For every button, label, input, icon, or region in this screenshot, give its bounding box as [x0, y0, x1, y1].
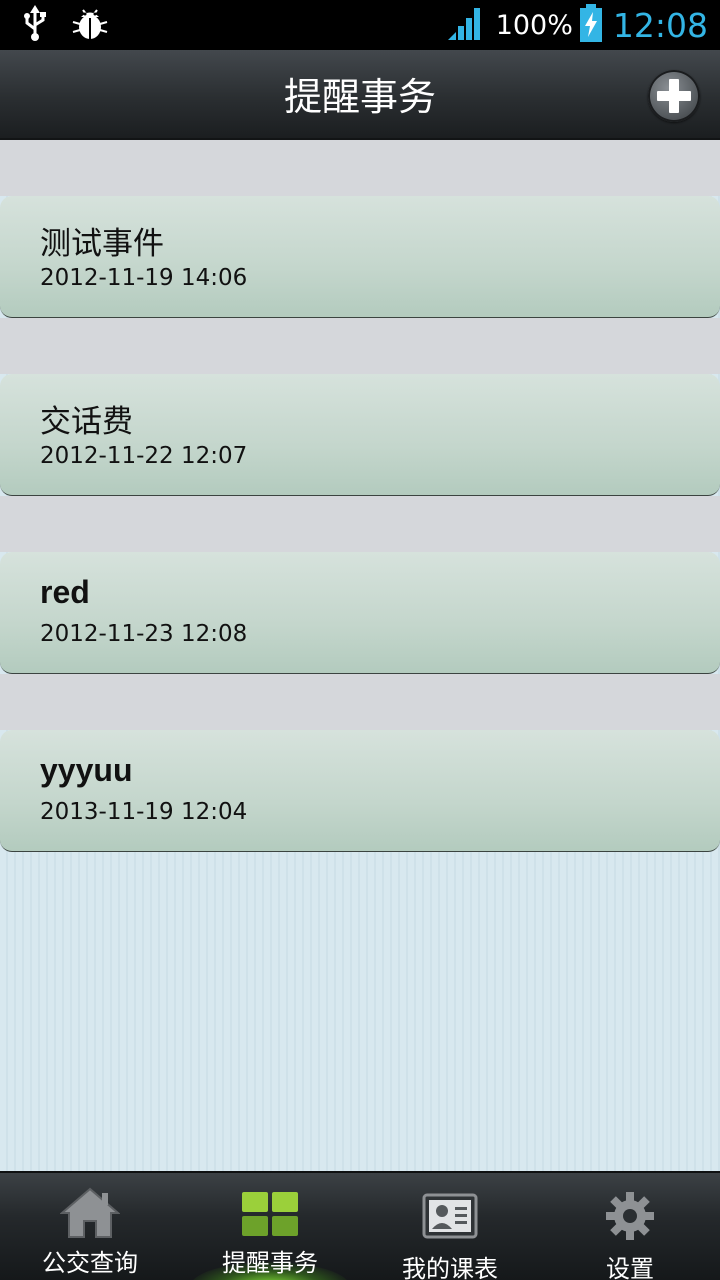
reminder-time: 2013-11-19 12:04 — [40, 799, 248, 825]
reminder-title: 测试事件 — [40, 226, 164, 262]
title-bar: 提醒事务 — [0, 50, 720, 140]
page-title: 提醒事务 — [283, 75, 436, 119]
tab-settings[interactable]: 设置 — [540, 1173, 720, 1280]
tab-bus-query[interactable]: 公交查询 — [0, 1173, 180, 1280]
tab-reminders[interactable]: 提醒事务 — [180, 1173, 360, 1280]
group-separator — [0, 496, 720, 552]
clock: 12:08 — [612, 5, 708, 45]
reminder-item[interactable]: yyyuu 2013-11-19 12:04 — [0, 730, 720, 852]
tab-label: 公交查询 — [42, 1249, 138, 1277]
list-group: red 2012-11-23 12:08 — [0, 496, 720, 674]
tab-label: 我的课表 — [402, 1255, 498, 1280]
reminder-item[interactable]: 测试事件 2012-11-19 14:06 — [0, 196, 720, 318]
group-separator — [0, 140, 720, 196]
status-bar: 100% 12:08 — [0, 0, 720, 50]
signal-icon — [446, 4, 486, 46]
reminder-title: 交话费 — [40, 404, 133, 440]
list-group: yyyuu 2013-11-19 12:04 — [0, 674, 720, 852]
reminder-time: 2012-11-22 12:07 — [40, 443, 248, 469]
home-icon — [59, 1185, 121, 1243]
reminder-time: 2012-11-23 12:08 — [40, 621, 248, 647]
add-reminder-button[interactable] — [648, 70, 700, 122]
group-separator — [0, 674, 720, 730]
group-separator — [0, 318, 720, 374]
list-group: 测试事件 2012-11-19 14:06 — [0, 140, 720, 318]
reminder-item[interactable]: red 2012-11-23 12:08 — [0, 552, 720, 674]
list-group: 交话费 2012-11-22 12:07 — [0, 318, 720, 496]
reminder-item[interactable]: 交话费 2012-11-22 12:07 — [0, 374, 720, 496]
contact-card-icon — [422, 1193, 478, 1243]
battery-percent: 100% — [495, 9, 573, 41]
gear-icon — [605, 1191, 655, 1245]
debug-bug-icon — [72, 6, 108, 44]
battery-charging-icon — [579, 4, 603, 46]
reminder-list: 测试事件 2012-11-19 14:06 交话费 2012-11-22 12:… — [0, 140, 720, 1171]
grid-icon — [241, 1191, 299, 1241]
tab-label: 提醒事务 — [222, 1249, 318, 1277]
tab-my-schedule[interactable]: 我的课表 — [360, 1173, 540, 1280]
bottom-tab-bar: 公交查询 提醒事务 我的课表 设置 — [0, 1171, 720, 1280]
reminder-title: red — [40, 574, 90, 610]
usb-icon — [22, 5, 48, 45]
reminder-time: 2012-11-19 14:06 — [40, 265, 248, 291]
reminder-title: yyyuu — [40, 752, 133, 788]
plus-icon — [657, 79, 691, 113]
tab-label: 设置 — [606, 1255, 654, 1280]
